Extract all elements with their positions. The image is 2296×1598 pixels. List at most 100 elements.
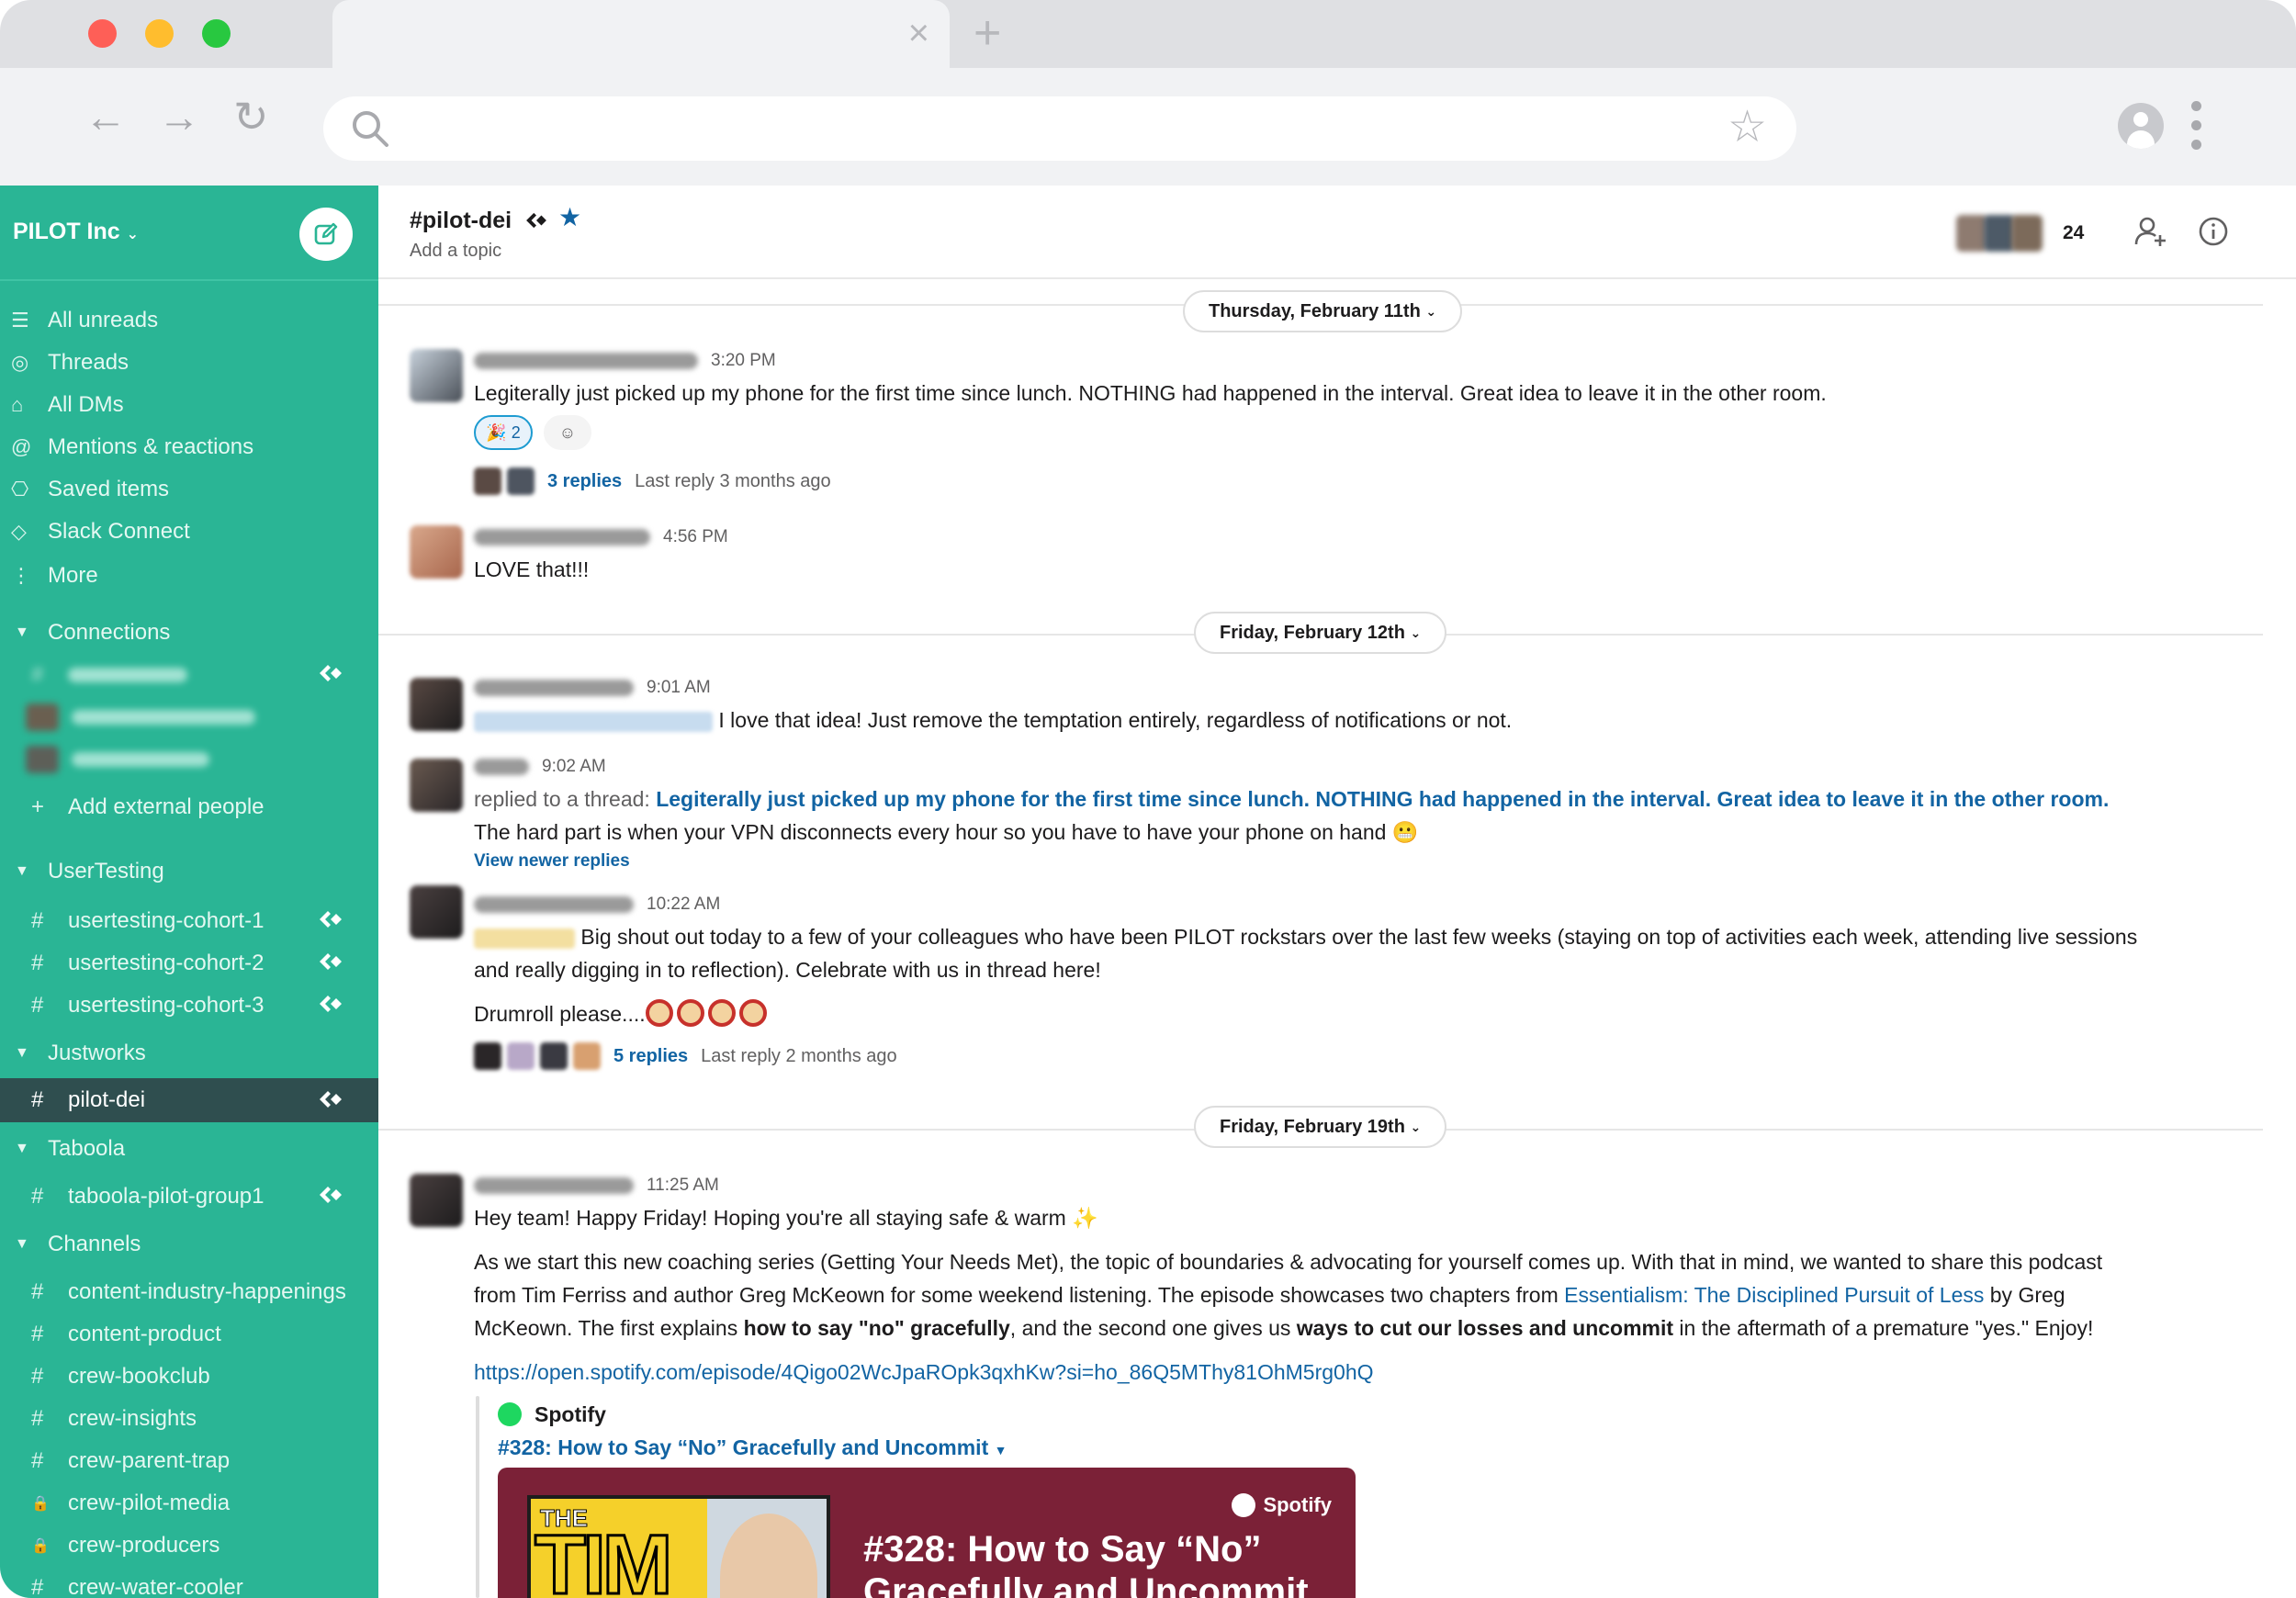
avatar: [474, 1042, 501, 1070]
avatar[interactable]: [410, 885, 463, 939]
timestamp[interactable]: 11:25 AM: [647, 1176, 719, 1196]
timestamp[interactable]: 4:56 PM: [663, 527, 728, 547]
avatar: [474, 467, 501, 495]
section-taboola[interactable]: ▼ Taboola: [0, 1130, 378, 1168]
caret-down-icon: ▼: [15, 1141, 29, 1156]
channel-header: #pilot-dei ★ Add a topic 24: [378, 186, 2296, 279]
info-icon[interactable]: [2195, 213, 2232, 250]
timestamp[interactable]: 3:20 PM: [711, 351, 776, 371]
sidebar-item-crew-insights[interactable]: # crew-insights: [0, 1400, 378, 1438]
sidebar-item-connection-dm-1[interactable]: [0, 698, 378, 737]
avatar[interactable]: [410, 759, 463, 812]
sidebar-item-all-unreads[interactable]: ☰ All unreads: [0, 301, 378, 340]
browser-menu-icon[interactable]: [2191, 101, 2202, 159]
more-icon: ⋮: [11, 564, 31, 587]
section-connections[interactable]: ▼ Connections: [0, 613, 378, 652]
avatar: [1984, 215, 2015, 252]
browser-tab[interactable]: ×: [332, 0, 950, 68]
sidebar-item-more[interactable]: ⋮ More: [0, 557, 378, 595]
member-count: 24: [2063, 222, 2085, 243]
avatar[interactable]: [410, 1174, 463, 1227]
timestamp[interactable]: 9:01 AM: [647, 678, 711, 698]
shared-channel-icon: [526, 212, 546, 229]
caret-down-icon: ▼: [15, 1045, 29, 1061]
sidebar-item-usertesting-cohort-2[interactable]: # usertesting-cohort-2: [0, 944, 378, 983]
channel-topic[interactable]: Add a topic: [410, 241, 501, 262]
date-pill[interactable]: Friday, February 12th ⌄: [1194, 612, 1447, 654]
sidebar-item-pilot-dei[interactable]: # pilot-dei: [0, 1078, 378, 1122]
timestamp[interactable]: 10:22 AM: [647, 895, 720, 915]
add-member-icon[interactable]: [2133, 213, 2169, 250]
redacted-username[interactable]: [474, 1177, 634, 1194]
date-pill[interactable]: Thursday, February 11th ⌄: [1183, 290, 1463, 332]
sidebar-item-connection-channel[interactable]: #: [0, 656, 378, 694]
redacted-name: [72, 710, 255, 725]
bookmark-star-icon[interactable]: ☆: [1728, 105, 1767, 151]
sidebar-item-usertesting-cohort-3[interactable]: # usertesting-cohort-3: [0, 986, 378, 1025]
redacted-username[interactable]: [474, 759, 529, 775]
new-tab-button[interactable]: +: [974, 9, 1001, 57]
sidebar-item-crew-parent-trap[interactable]: # crew-parent-trap: [0, 1442, 378, 1480]
spotify-url-link[interactable]: https://open.spotify.com/episode/4Qigo02…: [474, 1356, 1374, 1389]
section-channels[interactable]: ▼ Channels: [0, 1225, 378, 1264]
minimize-window-button[interactable]: [145, 19, 174, 48]
sidebar-item-label: More: [48, 563, 98, 588]
date-pill[interactable]: Friday, February 19th ⌄: [1194, 1106, 1447, 1148]
timestamp[interactable]: 9:02 AM: [542, 757, 606, 777]
avatar[interactable]: [410, 349, 463, 402]
attachment-title[interactable]: #328: How to Say “No” Gracefully and Unc…: [498, 1431, 1007, 1464]
sidebar-item-usertesting-cohort-1[interactable]: # usertesting-cohort-1: [0, 902, 378, 940]
sidebar-item-connection-dm-2[interactable]: [0, 740, 378, 779]
sidebar-item-content-industry-happenings[interactable]: # content-industry-happenings: [0, 1273, 378, 1311]
sidebar-item-saved[interactable]: ⎔ Saved items: [0, 470, 378, 509]
profile-avatar-icon[interactable]: [2118, 103, 2164, 149]
replies-link[interactable]: 3 replies: [547, 471, 622, 492]
redacted-channel-mention[interactable]: [474, 928, 575, 949]
compose-button[interactable]: [299, 208, 353, 261]
close-tab-icon[interactable]: ×: [908, 13, 929, 53]
workspace-name[interactable]: PILOT Inc ⌄: [13, 219, 139, 245]
sidebar-item-mentions[interactable]: @ Mentions & reactions: [0, 428, 378, 467]
section-usertesting[interactable]: ▼ UserTesting: [0, 852, 378, 891]
sidebar-item-crew-producers[interactable]: 🔒 crew-producers: [0, 1526, 378, 1565]
sidebar-item-all-dms[interactable]: ⌂ All DMs: [0, 386, 378, 424]
sidebar-item-content-product[interactable]: # content-product: [0, 1315, 378, 1354]
sidebar-item-crew-water-cooler[interactable]: # crew-water-cooler: [0, 1569, 378, 1598]
replies-link[interactable]: 5 replies: [613, 1046, 688, 1067]
message-meta: 4:56 PM: [474, 525, 728, 549]
add-external-people[interactable]: + Add external people: [0, 788, 378, 827]
maximize-window-button[interactable]: [202, 19, 231, 48]
section-justworks[interactable]: ▼ Justworks: [0, 1034, 378, 1073]
shared-channel-icon: [320, 911, 342, 928]
thread-summary[interactable]: 5 replies Last reply 2 months ago: [474, 1038, 897, 1075]
sidebar-item-crew-bookclub[interactable]: # crew-bookclub: [0, 1357, 378, 1396]
star-icon[interactable]: ★: [558, 202, 581, 232]
spotify-preview-card[interactable]: THE TIM Spotify #328: How to Say “No” Gr…: [498, 1468, 1356, 1598]
message-text: The hard part is when your VPN disconnec…: [474, 820, 1419, 844]
address-bar[interactable]: ☆: [323, 96, 1796, 161]
sidebar-item-slack-connect[interactable]: ◇ Slack Connect: [0, 512, 378, 551]
view-newer-replies-link[interactable]: View newer replies: [474, 845, 630, 878]
reload-button[interactable]: ↻: [233, 96, 269, 138]
add-reaction-icon[interactable]: ☺: [544, 415, 591, 450]
redacted-username[interactable]: [474, 680, 634, 696]
member-list-button[interactable]: 24: [1956, 215, 2085, 252]
book-link[interactable]: Essentialism: The Disciplined Pursuit of…: [1564, 1283, 1984, 1307]
close-window-button[interactable]: [88, 19, 117, 48]
redacted-mention[interactable]: [474, 711, 713, 732]
thread-summary[interactable]: 3 replies Last reply 3 months ago: [474, 463, 831, 500]
back-button[interactable]: ←: [84, 96, 127, 138]
sidebar-item-threads[interactable]: ◎ Threads: [0, 343, 378, 382]
avatar[interactable]: [410, 525, 463, 579]
channel-name[interactable]: #pilot-dei: [410, 208, 549, 234]
parent-thread-link[interactable]: Legiterally just picked up my phone for …: [656, 787, 2109, 811]
redacted-username[interactable]: [474, 896, 634, 913]
reaction-party-popper[interactable]: 🎉 2: [474, 415, 533, 450]
redacted-username[interactable]: [474, 353, 698, 369]
sidebar-item-crew-pilot-media[interactable]: 🔒 crew-pilot-media: [0, 1484, 378, 1523]
redacted-username[interactable]: [474, 529, 650, 546]
sidebar-item-taboola-pilot-group1[interactable]: # taboola-pilot-group1: [0, 1177, 378, 1216]
forward-button[interactable]: →: [158, 96, 200, 138]
avatar[interactable]: [410, 678, 463, 731]
unreads-icon: ☰: [11, 309, 29, 332]
